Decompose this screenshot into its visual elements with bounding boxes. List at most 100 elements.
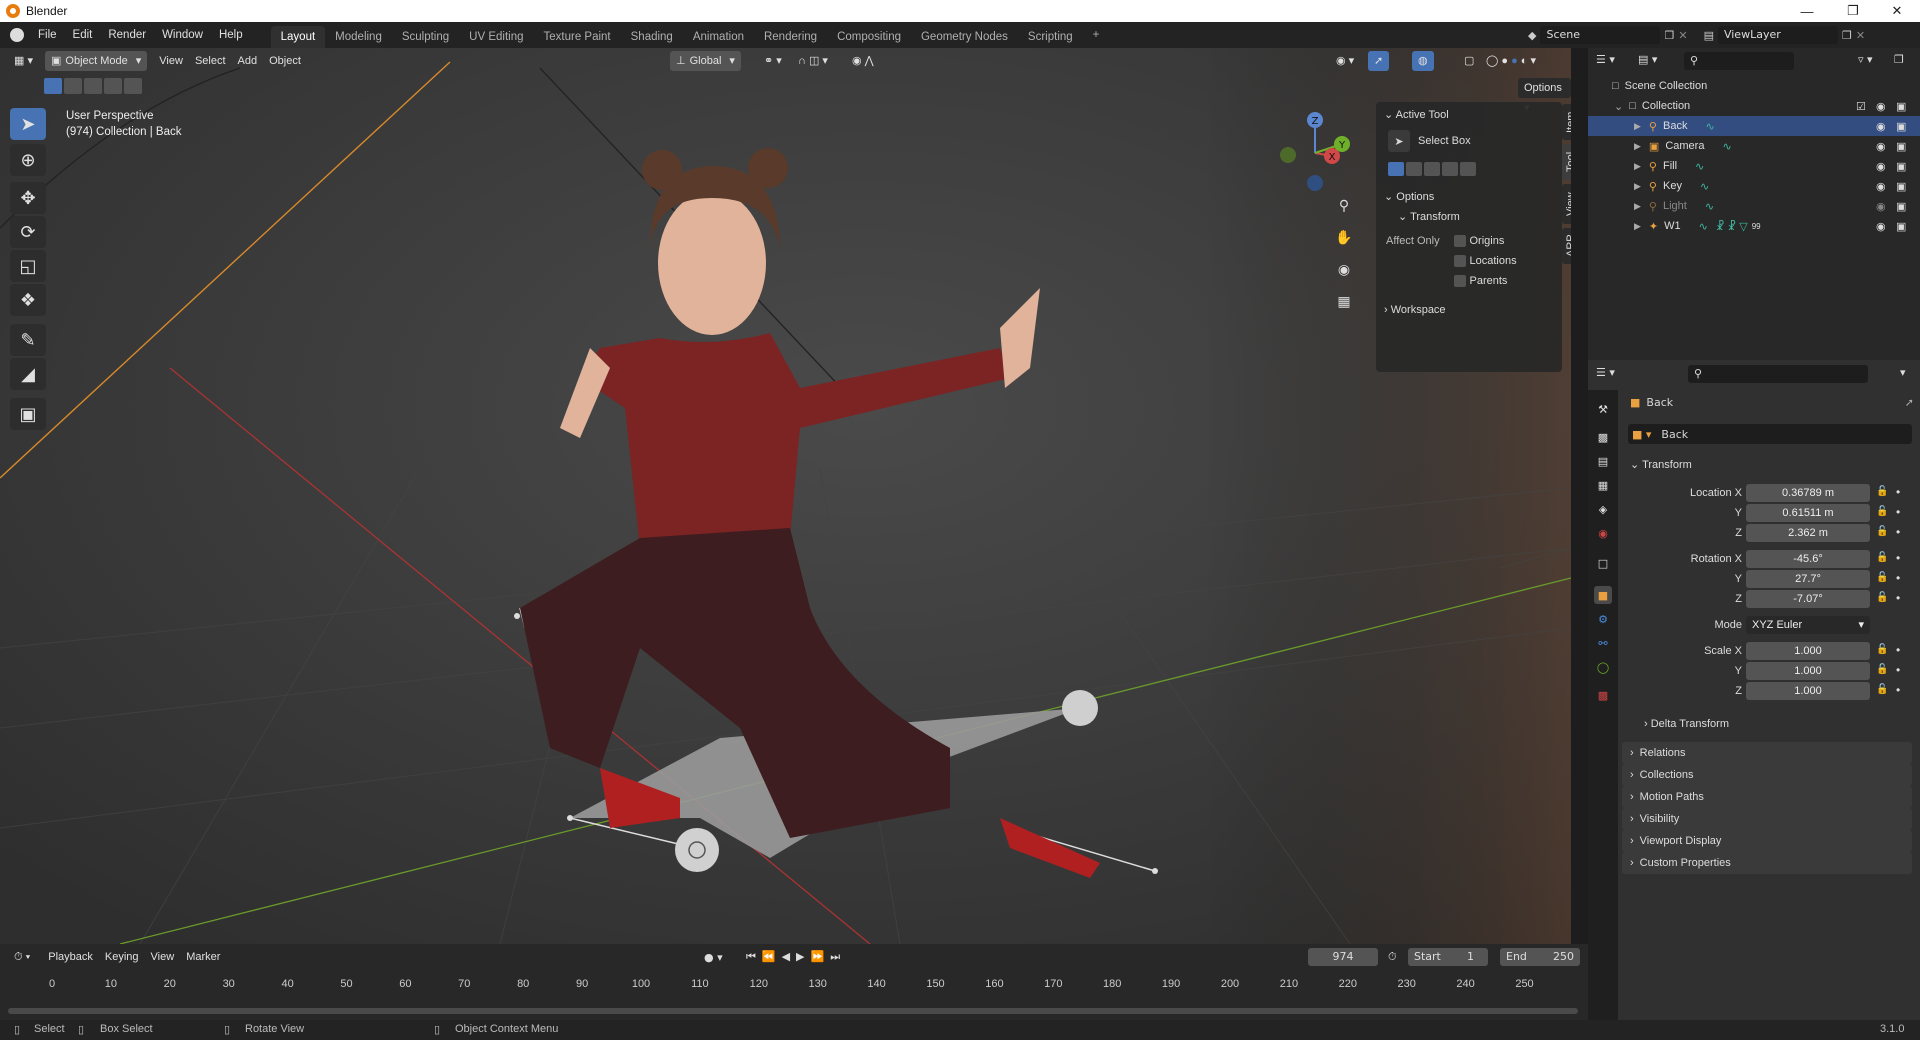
snap-icon[interactable]: ∩ ◫ ▾ (792, 51, 834, 71)
viewport-menu-add[interactable]: Add (232, 51, 264, 71)
panel-viewport-display[interactable]: › Viewport Display (1622, 830, 1912, 852)
xray-icon[interactable]: ▢ (1458, 51, 1480, 71)
tab-item[interactable]: Item (1562, 104, 1571, 140)
outliner-item-light[interactable]: ▶ ⚲ Light ∿ ◉ ▣ (1588, 196, 1920, 216)
eye-icon[interactable]: ◉ (1876, 100, 1886, 113)
lock-icon[interactable]: 🔓 (1876, 592, 1888, 603)
lock-icon[interactable]: 🔓 (1876, 526, 1888, 537)
timeline-menu-marker[interactable]: Marker (180, 947, 226, 967)
data-tab-icon[interactable]: ◯ (1594, 658, 1612, 676)
tool-tab-icon[interactable]: ⚒ (1594, 400, 1612, 418)
lock-icon[interactable]: 🔓 (1876, 664, 1888, 675)
select-subtract-icon[interactable] (84, 78, 102, 94)
workspace-header[interactable]: › Workspace (1384, 304, 1446, 316)
expand-chevron-icon[interactable]: ⌄ (1614, 100, 1623, 113)
zoom-icon[interactable]: ⚲ (1330, 192, 1358, 220)
restore-icon[interactable]: ❐ (1830, 0, 1876, 22)
mode-new-icon[interactable] (1388, 162, 1404, 176)
parents-checkbox[interactable]: Parents (1454, 274, 1507, 287)
viewlayer-icon[interactable]: ▤ (1704, 29, 1714, 42)
mode-invert-icon[interactable] (1442, 162, 1458, 176)
outliner-item-w1[interactable]: ▶ ✦ W1 ∿ ☧ ☧ ▽ 99 ◉ ▣ (1588, 216, 1920, 236)
outliner-item-camera[interactable]: ▶ ▣ Camera ∿ ◉ ▣ (1588, 136, 1920, 156)
tab-scripting[interactable]: Scripting (1018, 26, 1083, 48)
camera-render-icon[interactable]: ▣ (1896, 100, 1906, 113)
modifier-tab-icon[interactable]: ⚙ (1594, 610, 1612, 628)
pivot-point-icon[interactable]: ⚭ ▾ (758, 51, 788, 71)
playback-controls[interactable]: ⏮⏪◀▶⏩⏭ (746, 950, 846, 964)
grid-view-icon[interactable]: ▦ (1330, 288, 1358, 316)
transform-subheader[interactable]: ⌄ Transform (1398, 210, 1460, 223)
timeline-menu-playback[interactable]: Playback (42, 947, 99, 967)
lock-icon[interactable]: 🔓 (1876, 684, 1888, 695)
eye-icon[interactable]: ◉ (1876, 180, 1886, 193)
object-mode-dropdown[interactable]: ▣ Object Mode ▾ (44, 51, 148, 71)
lock-icon[interactable]: 🔓 (1876, 572, 1888, 583)
measure-tool[interactable]: ◢ (10, 358, 46, 390)
collection-row[interactable]: ⌄ □ Collection ☑ ◉ ▣ (1588, 96, 1920, 116)
tab-layout[interactable]: Layout (270, 26, 326, 48)
blender-menu-icon[interactable] (10, 28, 24, 42)
select-box-icon[interactable]: ➤ (1388, 130, 1410, 152)
texture-tab-icon[interactable]: ▩ (1594, 686, 1612, 704)
navigation-gizmo[interactable]: Z X Y (1270, 108, 1360, 198)
object-tab-icon[interactable]: ■ (1594, 586, 1612, 604)
camera-render-icon[interactable]: ▣ (1896, 200, 1906, 213)
select-extend-icon[interactable] (64, 78, 82, 94)
scale-tool[interactable]: ◱ (10, 250, 46, 282)
filter-icon[interactable]: ▿ ▾ (1858, 53, 1873, 66)
properties-editor-icon[interactable]: ☰ ▾ (1596, 366, 1615, 379)
scene-icon[interactable]: ◆ (1528, 29, 1536, 42)
tab-texture-paint[interactable]: Texture Paint (534, 26, 621, 48)
keyframe-dot-icon[interactable]: • (1896, 485, 1900, 499)
location-x-field[interactable]: 0.36789 m (1746, 484, 1870, 502)
expand-chevron-icon[interactable]: ▶ (1634, 181, 1641, 192)
select-new-icon[interactable] (44, 78, 62, 94)
eye-icon[interactable]: ◉ (1876, 140, 1886, 153)
menu-window[interactable]: Window (154, 22, 211, 48)
overlay-toggle-icon[interactable]: ◍ (1412, 51, 1434, 71)
mode-intersect-icon[interactable] (1460, 162, 1476, 176)
tab-shading[interactable]: Shading (621, 26, 683, 48)
close-icon[interactable]: ✕ (1874, 0, 1920, 22)
panel-custom-properties[interactable]: › Custom Properties (1622, 852, 1912, 874)
panel-relations[interactable]: › Relations (1622, 742, 1912, 764)
panel-collections[interactable]: › Collections (1622, 764, 1912, 786)
outliner-item-key[interactable]: ▶ ⚲ Key ∿ ◉ ▣ (1588, 176, 1920, 196)
exclude-checkbox-icon[interactable]: ☑ (1856, 100, 1866, 113)
scale-z-field[interactable]: 1.000 (1746, 682, 1870, 700)
tab-uv-editing[interactable]: UV Editing (459, 26, 533, 48)
current-frame-field[interactable]: 974 (1308, 948, 1378, 966)
tab-compositing[interactable]: Compositing (827, 26, 911, 48)
lock-icon[interactable]: 🔓 (1876, 644, 1888, 655)
tab-sculpting[interactable]: Sculpting (392, 26, 459, 48)
timeline-menu-keying[interactable]: Keying (99, 947, 145, 967)
origins-checkbox[interactable]: Origins (1454, 234, 1504, 247)
display-mode-icon[interactable]: ▤ ▾ (1638, 53, 1657, 66)
expand-chevron-icon[interactable]: ▶ (1634, 141, 1641, 152)
rotation-x-field[interactable]: -45.6° (1746, 550, 1870, 568)
lock-icon[interactable]: 🔓 (1876, 506, 1888, 517)
timeline-scrollbar[interactable] (8, 1008, 1578, 1014)
tab-view[interactable]: View (1562, 184, 1571, 224)
options-header[interactable]: ⌄ Options (1384, 190, 1434, 203)
orientation-dropdown[interactable]: ⊥ Global ▾ (670, 51, 741, 71)
add-cube-tool[interactable]: ▣ (10, 398, 46, 430)
menu-help[interactable]: Help (211, 22, 251, 48)
viewlayer-new-icon[interactable]: ❐ (1842, 29, 1852, 42)
shading-modes-icon[interactable]: ◯ ● ● ◐ ▾ (1480, 51, 1542, 71)
3d-viewport[interactable]: ▦ ▾ ▣ Object Mode ▾ View Select Add Object … (0, 48, 1571, 944)
rotation-mode-dropdown[interactable]: XYZ Euler ▾ (1746, 616, 1870, 634)
camera-render-icon[interactable]: ▣ (1896, 140, 1906, 153)
rotation-y-field[interactable]: 27.7° (1746, 570, 1870, 588)
new-collection-icon[interactable]: ❐ (1894, 53, 1904, 66)
eye-icon[interactable]: ◉ (1876, 200, 1886, 213)
object-name-field[interactable]: ■ ▾ Back (1628, 424, 1912, 444)
eye-icon[interactable]: ◉ (1876, 160, 1886, 173)
expand-chevron-icon[interactable]: ▶ (1634, 161, 1641, 172)
rotate-tool[interactable]: ⟳ (10, 216, 46, 248)
tab-modeling[interactable]: Modeling (325, 26, 392, 48)
collection-tab-icon[interactable]: □ (1594, 554, 1612, 572)
locations-checkbox[interactable]: Locations (1454, 254, 1517, 267)
keyframe-dot-icon[interactable]: • (1896, 663, 1900, 677)
